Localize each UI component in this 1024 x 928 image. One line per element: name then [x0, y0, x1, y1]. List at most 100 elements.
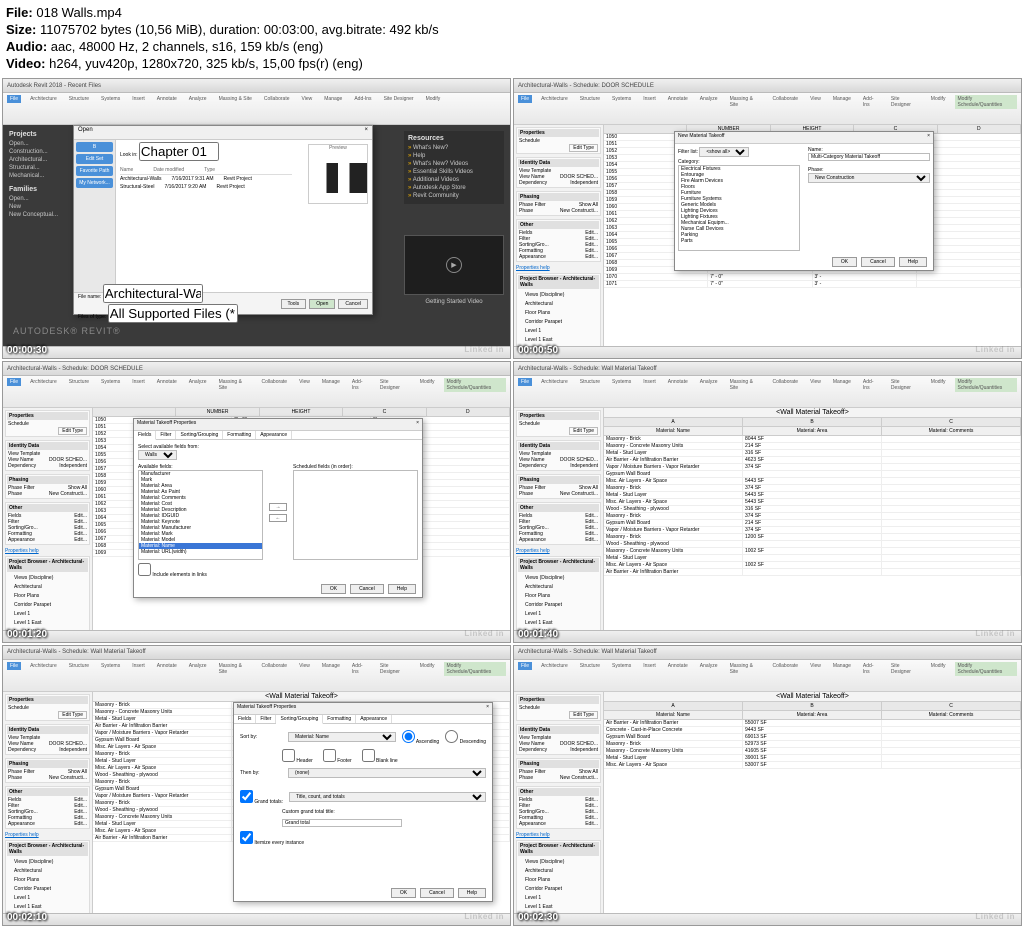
ribbon-tab[interactable]: Structure — [66, 378, 92, 386]
ribbon-tab[interactable]: Analyze — [186, 662, 210, 670]
tree-item[interactable]: Level 1 East — [8, 619, 87, 628]
ribbon-tab[interactable]: Add-Ins — [351, 95, 374, 103]
ribbon-tab[interactable]: Modify — [928, 378, 949, 386]
ribbon-tab[interactable]: Architecture — [538, 95, 571, 103]
dialog-tab[interactable]: Sorting/Grouping — [176, 431, 223, 439]
tree-item[interactable]: Corridor Parapet — [519, 318, 598, 327]
lookin-input[interactable] — [139, 142, 219, 161]
header-checkbox[interactable] — [282, 749, 295, 762]
ribbon-tab[interactable]: File — [7, 378, 21, 386]
close-icon[interactable]: × — [416, 420, 419, 429]
dialog-tab[interactable]: Formatting — [223, 431, 256, 439]
ribbon-tab[interactable]: View — [807, 378, 824, 386]
ribbon-tab[interactable]: Architecture — [27, 378, 60, 386]
ribbon-tab[interactable]: Annotate — [665, 378, 691, 386]
ribbon-tab[interactable]: Structure — [577, 95, 603, 103]
ribbon-tab[interactable]: Architecture — [538, 378, 571, 386]
ribbon-tab[interactable]: Site Designer — [377, 378, 411, 392]
ribbon-tab[interactable]: Add-Ins — [349, 378, 371, 392]
sidebar-item[interactable]: Edit Set — [76, 154, 113, 164]
ribbon-tab-active[interactable]: Modify Schedule/Quantities — [955, 95, 1017, 109]
ribbon-tab[interactable]: View — [807, 95, 824, 103]
ribbon-tab[interactable]: File — [518, 662, 532, 670]
dialog-tab[interactable]: Appearance — [356, 715, 392, 723]
ribbon-tab[interactable]: Collaborate — [770, 378, 802, 386]
ribbon-tab[interactable]: Insert — [129, 662, 148, 670]
grandtitle-input[interactable] — [282, 819, 402, 827]
project-link[interactable]: Mechanical... — [9, 172, 69, 180]
dialog-tab[interactable]: Formatting — [323, 715, 356, 723]
sortby-select[interactable]: Material: Name — [288, 732, 396, 742]
thenby-select[interactable]: (none) — [288, 768, 486, 778]
ribbon-tab[interactable]: Structure — [577, 378, 603, 386]
category-list[interactable]: Electrical FixturesEntourageFire Alarm D… — [678, 165, 800, 251]
ribbon-tab[interactable]: Structure — [66, 662, 92, 670]
tree-item[interactable]: Level 1 — [8, 610, 87, 619]
ribbon-tab[interactable]: Analyze — [186, 378, 210, 386]
ok-button[interactable]: OK — [391, 888, 416, 898]
ribbon-tab[interactable]: View — [299, 95, 316, 103]
ribbon-tab[interactable]: Modify — [417, 662, 438, 670]
ribbon-tab[interactable]: Systems — [609, 378, 634, 386]
close-icon[interactable]: × — [364, 127, 368, 138]
tree-item[interactable]: Corridor Parapet — [8, 601, 87, 610]
help-button[interactable]: Help — [388, 584, 416, 594]
ribbon-tab[interactable]: Massing & Site — [216, 95, 255, 103]
add-field-icon[interactable]: → — [269, 503, 287, 511]
ribbon-tab-active[interactable]: Modify Schedule/Quantities — [955, 662, 1017, 676]
tree-item[interactable]: Architectural — [8, 583, 87, 592]
tree-item[interactable]: Architectural — [8, 867, 87, 876]
grandtotals-select[interactable]: Title, count, and totals — [289, 792, 486, 802]
filetype-input[interactable] — [108, 304, 238, 323]
ribbon-tab[interactable]: Manage — [321, 95, 345, 103]
edit-type-button[interactable]: Edit Type — [569, 144, 598, 152]
tree-item[interactable]: Views (Discipline) — [519, 858, 598, 867]
ribbon-tab[interactable]: Systems — [98, 662, 123, 670]
tree-item[interactable]: Level 1 — [519, 894, 598, 903]
ribbon-tab[interactable]: View — [296, 378, 313, 386]
ribbon-tab[interactable]: File — [7, 662, 21, 670]
families-link[interactable]: Open... — [9, 195, 69, 203]
ribbon-tab[interactable]: Collaborate — [259, 662, 291, 670]
ribbon-tab-active[interactable]: Modify Schedule/Quantities — [955, 378, 1017, 392]
ribbon-tab[interactable]: Collaborate — [770, 662, 802, 670]
ribbon-tab[interactable]: File — [518, 378, 532, 386]
close-icon[interactable]: × — [927, 133, 930, 142]
tree-item[interactable]: Floor Plans — [519, 592, 598, 601]
ribbon-tab[interactable]: Massing & Site — [727, 378, 764, 392]
tree-item[interactable]: Level 1 East — [519, 336, 598, 345]
ribbon-tab[interactable]: Manage — [830, 378, 854, 386]
ribbon-tab[interactable]: Annotate — [665, 662, 691, 670]
resource-link[interactable]: What's New? Videos — [408, 160, 500, 168]
ribbon-tab[interactable]: Modify — [928, 95, 949, 103]
remove-field-icon[interactable]: ← — [269, 514, 287, 522]
help-button[interactable]: Help — [458, 888, 486, 898]
dialog-tab[interactable]: Appearance — [256, 431, 292, 439]
cancel-button[interactable]: Cancel — [338, 299, 368, 309]
ok-button[interactable]: OK — [321, 584, 346, 594]
resource-link[interactable]: What's New? — [408, 144, 500, 152]
tree-item[interactable]: Level 1 — [519, 610, 598, 619]
ribbon-tab[interactable]: Add-Ins — [860, 378, 882, 392]
families-link[interactable]: New — [9, 203, 69, 211]
ribbon-tab[interactable]: Collaborate — [259, 378, 291, 386]
ribbon-tab[interactable]: Annotate — [665, 95, 691, 103]
project-link[interactable]: Structural... — [9, 164, 69, 172]
ribbon-tab[interactable]: Add-Ins — [349, 662, 371, 676]
ribbon-tab[interactable]: Add-Ins — [860, 95, 882, 109]
dialog-tab[interactable]: Filter — [156, 431, 176, 439]
schedule-table[interactable]: <Wall Material Takeoff> ABC Material: Na… — [604, 408, 1021, 629]
cancel-button[interactable]: Cancel — [350, 584, 384, 594]
ribbon-tab[interactable]: Site Designer — [888, 378, 922, 392]
tree-item[interactable]: Level 1 — [8, 894, 87, 903]
scheduled-fields-list[interactable] — [293, 470, 418, 560]
tree-item[interactable]: Level 1 East — [519, 903, 598, 912]
ribbon-tab[interactable]: Site Designer — [377, 662, 411, 676]
tree-item[interactable]: Architectural — [519, 867, 598, 876]
tools-button[interactable]: Tools — [281, 299, 307, 309]
ribbon-tab[interactable]: Manage — [830, 95, 854, 103]
ribbon-tab[interactable]: Insert — [129, 378, 148, 386]
tree-item[interactable]: Views (Discipline) — [519, 574, 598, 583]
tree-item[interactable]: Corridor Parapet — [8, 885, 87, 894]
ribbon-tab[interactable]: Modify — [417, 378, 438, 386]
